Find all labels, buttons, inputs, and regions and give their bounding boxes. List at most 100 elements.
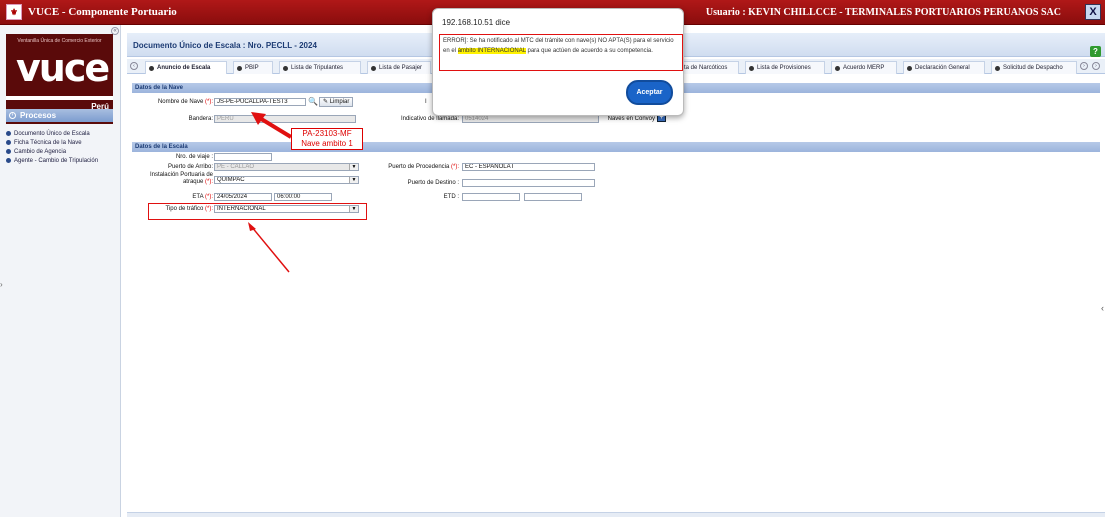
sidebar-item-label: Cambio de Agencia <box>14 148 67 155</box>
sidebar-item-label: Ficha Técnica de la Nave <box>14 139 82 146</box>
callout-line-1: PA-23103-MF <box>302 129 352 138</box>
chevron-right-icon: › <box>9 112 16 119</box>
puerto-procedencia-label: Puerto de Procedencia (*): <box>367 164 459 170</box>
limpiar-button[interactable]: ✎ Limpiar <box>319 97 354 107</box>
nro-viaje-input[interactable] <box>214 153 272 161</box>
tab-label: PBIP <box>245 65 259 71</box>
tab-bullet-icon <box>371 66 376 71</box>
right-splitter-arrow-icon[interactable]: ‹ <box>1101 303 1104 313</box>
bullet-icon <box>6 140 11 145</box>
tab-anuncio-escala[interactable]: Anuncio de Escala <box>145 61 227 74</box>
required-mark: (*): <box>451 164 459 170</box>
tab-label: Lista de Pasajer <box>379 65 423 71</box>
tab-lista-narcoticos[interactable]: ta de Narcóticos <box>679 61 739 74</box>
sidebar-item-cambio-agencia[interactable]: Cambio de Agencia <box>6 147 116 156</box>
callout-line-2: Nave ambito 1 <box>301 139 353 148</box>
status-bar <box>127 512 1105 517</box>
document-title: Documento Único de Escala : Nro. PECLL -… <box>133 41 317 50</box>
puerto-destino-label: Puerto de Destino : <box>407 180 459 186</box>
puerto-destino-input[interactable] <box>462 179 595 187</box>
eta-time-input[interactable]: 06:00:00 <box>274 193 332 201</box>
tab-scroll-right-icon[interactable]: › <box>1080 62 1088 70</box>
tab-lista-tripulantes[interactable]: Lista de Tripulantes <box>279 61 361 74</box>
sidebar-item-documento-unico[interactable]: Documento Único de Escala <box>6 129 116 138</box>
tab-label: Declaración General <box>915 65 970 71</box>
tab-acuerdo-merp[interactable]: Acuerdo MERP <box>831 61 897 74</box>
search-icon[interactable]: 🔍 <box>308 97 318 106</box>
etd-label: ETD : <box>443 194 459 200</box>
convoy-label: Naves en Convoy <box>607 116 655 122</box>
close-button[interactable]: X <box>1085 4 1101 20</box>
tab-scroll-left-icon[interactable]: ‹ <box>130 62 138 70</box>
instalacion-value: QUIMPAC <box>217 177 245 183</box>
sidebar: « Ventanilla Única de Comercio Exterior … <box>0 25 121 517</box>
message-text-end: para que actúen de acuerdo a su competen… <box>525 48 653 54</box>
dropdown-arrow-icon: ▼ <box>349 164 358 170</box>
tab-bullet-icon <box>749 66 754 71</box>
eta-label: ETA (*): <box>135 194 213 200</box>
hidden-label-marker: I <box>425 99 427 105</box>
tab-bullet-icon <box>149 66 154 71</box>
instalacion-select[interactable]: QUIMPAC ▼ <box>214 176 359 184</box>
bullet-icon <box>6 149 11 154</box>
sidebar-item-cambio-tripulacion[interactable]: Agente - Cambio de Tripulación <box>6 156 116 165</box>
puerto-procedencia-input[interactable]: EC - ESPANOLA I <box>462 163 595 171</box>
help-button[interactable]: ? <box>1090 46 1101 57</box>
tab-solicitud-despacho[interactable]: Solicitud de Despacho <box>991 61 1077 74</box>
tab-label: Solicitud de Despacho <box>1003 65 1063 71</box>
tab-declaracion-general[interactable]: Declaración General <box>903 61 985 74</box>
instalacion-text-2: atraque <box>182 179 204 185</box>
section-datos-escala: Datos de la Escala <box>132 142 1100 152</box>
tab-lista-provisiones[interactable]: Lista de Provisiones <box>745 61 825 74</box>
instalacion-label: Instalación Portuaria de atraque (*): <box>135 172 213 186</box>
annotation-callout: PA-23103-MF Nave ambito 1 <box>291 128 363 150</box>
eta-text: ETA <box>192 194 204 200</box>
dialog-title: 192.168.10.51 dice <box>442 18 511 27</box>
pencil-icon: ✎ <box>323 99 329 105</box>
tab-bullet-icon <box>237 66 242 71</box>
sidebar-nav: Documento Único de Escala Ficha Técnica … <box>6 129 116 165</box>
annotation-box-trafico <box>148 203 367 220</box>
tab-label: Acuerdo MERP <box>843 65 885 71</box>
tab-bullet-icon <box>283 66 288 71</box>
tab-label: Anuncio de Escala <box>157 65 211 71</box>
nombre-nave-text: Nombre de Nave <box>157 99 204 105</box>
puerto-arribo-select[interactable]: PE - CALLAO ▼ <box>214 163 359 171</box>
eta-date-input[interactable]: 24/05/2024 <box>214 193 272 201</box>
tab-label: Lista de Provisiones <box>757 65 811 71</box>
limpiar-label: Limpiar <box>329 99 350 105</box>
nombre-nave-label: Nombre de Nave (*): <box>135 99 213 105</box>
app-title: VUCE - Componente Portuario <box>28 6 177 18</box>
message-highlight: ámbito INTERNACIONAL <box>457 48 526 54</box>
indicativo-label: Indicativo de llamada: <box>400 116 459 122</box>
required-mark: (*): <box>205 179 213 185</box>
etd-date-input[interactable] <box>462 193 520 201</box>
puerto-arribo-value: PE - CALLAO <box>217 164 255 170</box>
indicativo-input[interactable]: 0514024 <box>462 115 599 123</box>
etd-time-input[interactable] <box>524 193 582 201</box>
tab-lista-pasajeros[interactable]: Lista de Pasajer <box>367 61 431 74</box>
tab-label: Lista de Tripulantes <box>291 65 344 71</box>
user-label: Usuario : KEVIN CHILLCCE - TERMINALES PO… <box>705 7 1061 18</box>
tab-menu-icon[interactable]: › <box>1092 62 1100 70</box>
bandera-input[interactable]: PERU <box>214 115 356 123</box>
required-mark: (*): <box>205 99 213 105</box>
tab-label: ta de Narcóticos <box>684 65 728 71</box>
puerto-arribo-label: Puerto de Arribo: <box>167 164 213 170</box>
tab-bullet-icon <box>907 66 912 71</box>
sidebar-item-label: Documento Único de Escala <box>14 130 90 137</box>
tab-bullet-icon <box>835 66 840 71</box>
logo-text: vuce <box>16 46 110 90</box>
procesos-label: Procesos <box>20 111 57 120</box>
bullet-icon <box>6 158 11 163</box>
required-mark: (*): <box>205 194 213 200</box>
procesos-header[interactable]: › Procesos <box>6 109 113 122</box>
nombre-nave-input[interactable]: JS-PE-PUCALLPA-TEST3 <box>214 98 306 106</box>
left-splitter-arrow-icon[interactable]: › <box>0 280 3 289</box>
dialog-message: ERROR]: Se ha notificado al MTC del trám… <box>439 34 683 71</box>
tab-pbip[interactable]: PBIP <box>233 61 273 74</box>
sidebar-item-ficha-tecnica[interactable]: Ficha Técnica de la Nave <box>6 138 116 147</box>
sidebar-item-label: Agente - Cambio de Tripulación <box>14 157 99 164</box>
accept-button[interactable]: Aceptar <box>626 80 673 105</box>
alert-dialog: 192.168.10.51 dice ERROR]: Se ha notific… <box>432 8 684 116</box>
